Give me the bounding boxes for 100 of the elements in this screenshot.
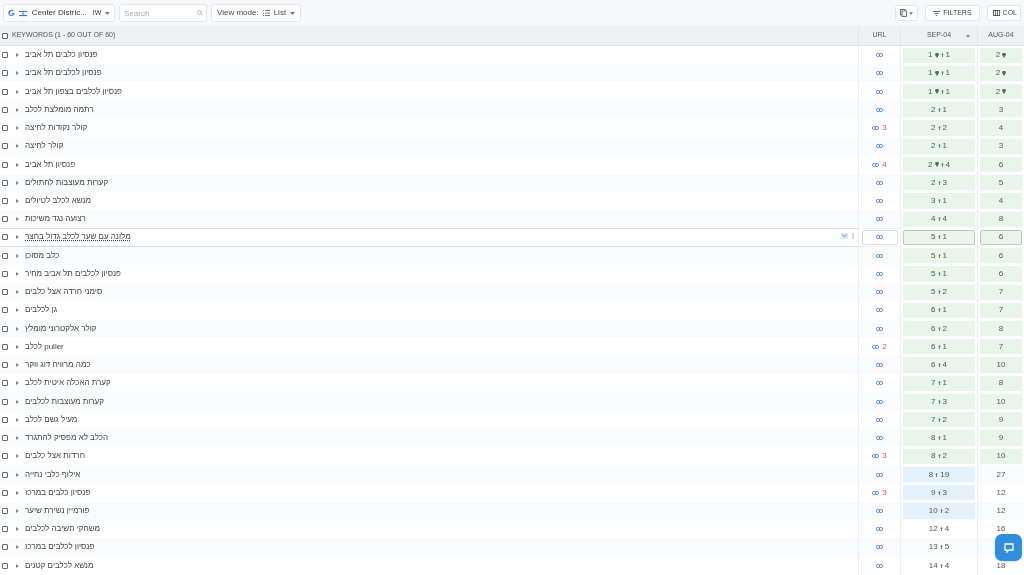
link-icon[interactable] <box>876 271 883 276</box>
keyword-text[interactable]: קולר נקודות לחיצה <box>25 122 88 135</box>
expand-arrow-icon[interactable] <box>16 89 19 94</box>
link-icon[interactable] <box>876 144 883 149</box>
keyword-text[interactable]: גן לכלבים <box>25 304 57 317</box>
keyword-text[interactable]: קולר אלקטרוני מומלץ <box>25 322 97 335</box>
checkbox[interactable] <box>2 362 8 369</box>
keyword-text[interactable]: פנסיון לכלבים בצפון תל אביב <box>25 85 122 98</box>
checkbox[interactable] <box>2 544 8 551</box>
keyword-text[interactable]: פורמיין נשירת שיער <box>25 504 90 517</box>
keyword-text[interactable]: פנסיון כלבים תל אביב <box>25 49 98 62</box>
link-icon[interactable] <box>876 235 883 240</box>
link-icon[interactable] <box>876 308 883 313</box>
keyword-text[interactable]: מלונה עם שער לכלב גדול בחצר <box>25 231 131 244</box>
checkbox[interactable] <box>2 106 8 113</box>
link-icon[interactable] <box>876 217 883 222</box>
keyword-text[interactable]: מעיל גשם לכלב <box>25 413 78 426</box>
expand-arrow-icon[interactable] <box>16 217 19 222</box>
link-icon[interactable] <box>872 490 880 495</box>
checkbox[interactable] <box>2 234 8 241</box>
expand-arrow-icon[interactable] <box>16 417 19 422</box>
checkbox[interactable] <box>2 489 8 496</box>
link-icon[interactable] <box>876 381 883 386</box>
expand-arrow-icon[interactable] <box>16 490 19 495</box>
expand-arrow-icon[interactable] <box>16 472 19 477</box>
link-icon[interactable] <box>876 71 883 76</box>
link-icon[interactable] <box>876 436 883 441</box>
link-icon[interactable] <box>876 527 883 532</box>
link-icon[interactable] <box>876 399 883 404</box>
link-icon[interactable] <box>876 89 883 94</box>
keyword-text[interactable]: puller לכלב <box>25 340 64 353</box>
expand-arrow-icon[interactable] <box>16 126 19 131</box>
checkbox[interactable] <box>2 562 8 569</box>
expand-arrow-icon[interactable] <box>16 107 19 112</box>
keyword-text[interactable]: הכלב לא מפסיק להתגרד <box>25 432 109 445</box>
checkbox[interactable] <box>2 307 8 314</box>
expand-arrow-icon[interactable] <box>16 545 19 550</box>
link-icon[interactable] <box>876 180 883 185</box>
expand-arrow-icon[interactable] <box>16 271 19 276</box>
checkbox[interactable] <box>2 198 8 204</box>
keyword-text[interactable]: כלב מסוכן <box>25 249 60 262</box>
keyword-text[interactable]: פנסיון כלבים במרכז <box>25 486 91 499</box>
expand-arrow-icon[interactable] <box>16 508 19 513</box>
checkbox[interactable] <box>2 416 8 423</box>
mail-icon[interactable] <box>841 233 848 240</box>
expand-arrow-icon[interactable] <box>16 308 19 313</box>
checkbox[interactable] <box>2 52 8 59</box>
keyword-text[interactable]: קערות מעוצבות לחתולים <box>25 176 109 189</box>
checkbox[interactable] <box>2 526 8 533</box>
keyword-text[interactable]: רצועה נגד משיכות <box>25 213 86 226</box>
link-icon[interactable] <box>876 472 883 477</box>
keyword-text[interactable]: אילוף כלבי נחייה <box>25 468 81 481</box>
checkbox[interactable] <box>2 88 8 95</box>
keyword-text[interactable]: פנסיון לכלבים במרכז <box>25 541 95 554</box>
keyword-text[interactable]: קערת האכלה איטית לכלב <box>25 377 111 390</box>
keyword-text[interactable]: רתמה מומלצת לכלב <box>25 103 94 116</box>
keyword-text[interactable]: פנסיון לכלבים תל אביב מחיר <box>25 267 121 280</box>
checkbox[interactable] <box>2 289 8 296</box>
link-icon[interactable] <box>876 199 883 203</box>
checkbox[interactable] <box>2 507 8 514</box>
checkbox[interactable] <box>2 32 8 39</box>
expand-arrow-icon[interactable] <box>16 253 19 258</box>
link-icon[interactable] <box>876 508 883 513</box>
checkbox[interactable] <box>2 270 8 277</box>
keyword-text[interactable]: חרדות אצל כלבים <box>25 450 85 463</box>
expand-arrow-icon[interactable] <box>16 363 19 368</box>
keyword-text[interactable]: קולר לחיצה <box>25 140 64 153</box>
expand-arrow-icon[interactable] <box>16 235 19 240</box>
expand-arrow-icon[interactable] <box>16 144 19 149</box>
expand-arrow-icon[interactable] <box>16 527 19 532</box>
checkbox[interactable] <box>2 435 8 442</box>
expand-arrow-icon[interactable] <box>16 180 19 185</box>
checkbox[interactable] <box>2 125 8 132</box>
checkbox[interactable] <box>2 453 8 460</box>
expand-arrow-icon[interactable] <box>16 344 19 349</box>
checkbox[interactable] <box>2 380 8 387</box>
expand-arrow-icon[interactable] <box>16 71 19 76</box>
checkbox[interactable] <box>2 325 8 332</box>
link-icon[interactable] <box>872 126 880 131</box>
checkbox[interactable] <box>2 70 8 77</box>
link-icon[interactable] <box>876 417 883 422</box>
checkbox[interactable] <box>2 179 8 186</box>
checkbox[interactable] <box>2 343 8 350</box>
keyword-text[interactable]: פנסיון תל אביב <box>25 158 76 171</box>
expand-arrow-icon[interactable] <box>16 563 19 568</box>
link-icon[interactable] <box>876 326 883 331</box>
search-field[interactable]: Search <box>119 4 207 22</box>
keyword-text[interactable]: פנסיון לכלבים תל אביב <box>25 67 102 80</box>
link-icon[interactable] <box>876 107 883 112</box>
checkbox[interactable] <box>2 143 8 150</box>
expand-arrow-icon[interactable] <box>16 326 19 331</box>
keyword-text[interactable]: מנשא לכלבים קטנים <box>25 559 94 572</box>
expand-arrow-icon[interactable] <box>16 162 19 167</box>
checkbox[interactable] <box>2 161 8 168</box>
copy-dropdown-button[interactable] <box>895 5 919 21</box>
checkbox[interactable] <box>2 398 8 405</box>
link-icon[interactable] <box>876 363 883 368</box>
link-icon[interactable] <box>876 290 883 295</box>
keyword-text[interactable]: קערות מעוצבות לכלבים <box>25 395 104 408</box>
expand-arrow-icon[interactable] <box>16 53 19 58</box>
